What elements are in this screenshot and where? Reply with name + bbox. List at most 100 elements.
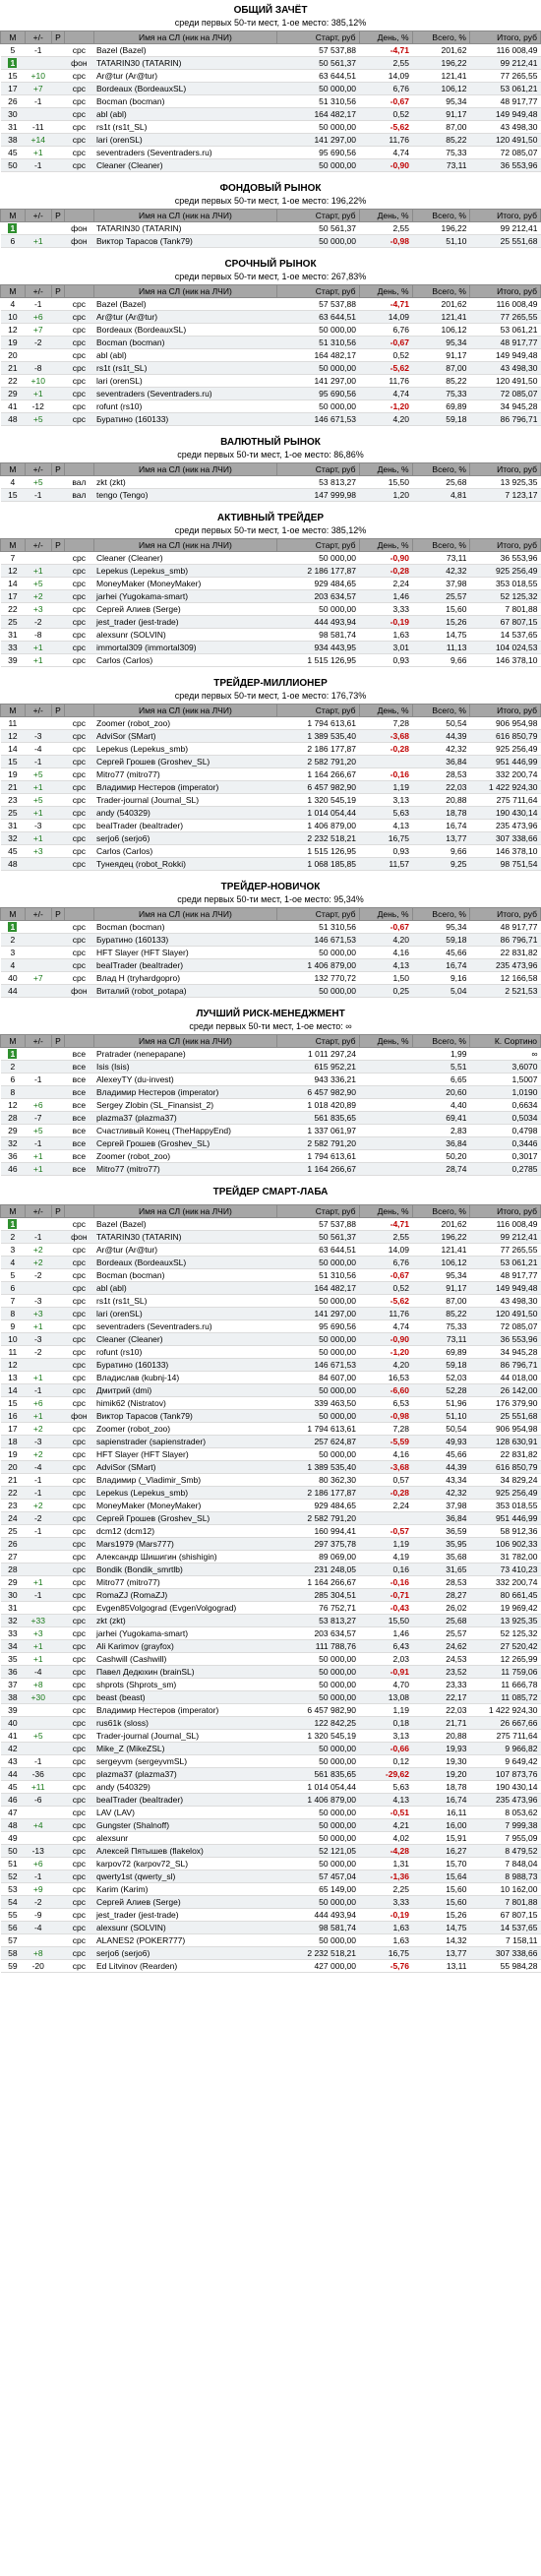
cell-name[interactable]: zkt (zkt) xyxy=(93,1614,277,1627)
cell-name[interactable]: Сергей Грошев (Groshev_SL) xyxy=(93,1136,277,1150)
cell-name[interactable]: Zoomer (robot_zoo) xyxy=(93,716,277,730)
cell-name[interactable]: MoneyMaker (MoneyMaker) xyxy=(93,577,277,590)
cell-name[interactable]: rs1t (rs1t_SL) xyxy=(93,361,277,375)
cell-name[interactable]: alexsunr (SOLVIN) xyxy=(93,628,277,642)
cell-name[interactable]: serjo6 (serjo6) xyxy=(93,831,277,845)
cell-name[interactable]: Bordeaux (BordeauxSL) xyxy=(93,82,277,95)
cell-name[interactable]: Павел Дедюхин (brainSL) xyxy=(93,1665,277,1679)
cell-name[interactable]: Bondik (Bondik_smrtlb) xyxy=(93,1563,277,1576)
cell-name[interactable]: Karim (Karim) xyxy=(93,1882,277,1896)
cell-name[interactable]: rs1t (rs1t_SL) xyxy=(93,1294,277,1308)
cell-name[interactable]: tengo (Tengo) xyxy=(93,488,277,502)
cell-name[interactable]: andy (540329) xyxy=(93,1780,277,1794)
cell-name[interactable]: Trader-journal (Journal_SL) xyxy=(93,793,277,807)
cell-name[interactable]: Буратино (160133) xyxy=(93,1358,277,1372)
cell-name[interactable]: TATARIN30 (TATARIN) xyxy=(93,56,277,70)
cell-name[interactable]: Bordeaux (BordeauxSL) xyxy=(93,323,277,337)
cell-name[interactable]: jarhei (Yugokama-smart) xyxy=(93,589,277,603)
cell-name[interactable]: Ar@tur (Ar@tur) xyxy=(93,310,277,324)
cell-name[interactable]: Zoomer (robot_zoo) xyxy=(93,1149,277,1163)
cell-name[interactable]: Тунеядец (robot_Rokki) xyxy=(93,857,277,871)
cell-name[interactable]: karpov72 (karpov72_SL) xyxy=(93,1857,277,1871)
cell-name[interactable]: Cashwill (Cashwill) xyxy=(93,1652,277,1666)
cell-name[interactable]: andy (540329) xyxy=(93,806,277,820)
cell-name[interactable]: Виталий (robot_potapa) xyxy=(93,984,277,998)
cell-name[interactable]: Evgen85Volgograd (EvgenVolgograd) xyxy=(93,1601,277,1615)
cell-name[interactable]: lari (orenSL) xyxy=(93,133,277,147)
cell-name[interactable]: seventraders (Seventraders.ru) xyxy=(93,146,277,159)
cell-name[interactable]: AlexeyTY (du-invest) xyxy=(93,1073,277,1086)
cell-name[interactable]: Владимир Нестеров (imperator) xyxy=(93,780,277,794)
cell-name[interactable]: Bocman (bocman) xyxy=(93,920,277,934)
cell-name[interactable]: plazma37 (plazma37) xyxy=(93,1111,277,1125)
cell-name[interactable]: Bocman (bocman) xyxy=(93,94,277,108)
cell-name[interactable]: jest_trader (jest-trade) xyxy=(93,615,277,629)
cell-name[interactable]: LAV (LAV) xyxy=(93,1806,277,1819)
cell-name[interactable]: beaITrader (beaItrader) xyxy=(93,958,277,972)
cell-name[interactable]: Mitro77 (mitro77) xyxy=(93,1575,277,1589)
cell-name[interactable]: Александр Шишигин (shishigin) xyxy=(93,1550,277,1564)
cell-name[interactable]: abl (abl) xyxy=(93,107,277,121)
cell-name[interactable]: Bazel (Bazel) xyxy=(93,43,277,57)
cell-name[interactable]: Счастливый Конец (TheHappyEnd) xyxy=(93,1124,277,1137)
cell-name[interactable]: Bocman (bocman) xyxy=(93,336,277,349)
cell-name[interactable]: Mitro77 (mitro77) xyxy=(93,1162,277,1176)
cell-name[interactable]: seventraders (Seventraders.ru) xyxy=(93,387,277,400)
cell-name[interactable]: beast (beast) xyxy=(93,1690,277,1704)
cell-name[interactable]: Trader-journal (Journal_SL) xyxy=(93,1729,277,1743)
cell-name[interactable]: sapienstrader (sapienstrader) xyxy=(93,1435,277,1448)
cell-name[interactable]: Виктор Тарасов (Tank79) xyxy=(93,234,277,248)
cell-name[interactable]: Carlos (Carlos) xyxy=(93,844,277,858)
cell-name[interactable]: shprots (Shprots_sm) xyxy=(93,1678,277,1691)
cell-name[interactable]: dcm12 (dcm12) xyxy=(93,1524,277,1538)
cell-name[interactable]: Gungster (Shalnoff) xyxy=(93,1818,277,1832)
cell-name[interactable]: Lepekus (Lepekus_smb) xyxy=(93,1486,277,1500)
cell-name[interactable]: abl (abl) xyxy=(93,348,277,362)
cell-name[interactable]: seventraders (Seventraders.ru) xyxy=(93,1319,277,1333)
cell-name[interactable]: Ed Litvinov (Rearden) xyxy=(93,1959,277,1973)
cell-name[interactable]: lari (orenSL) xyxy=(93,1307,277,1320)
cell-name[interactable]: Pratrader (nenepapane) xyxy=(93,1047,277,1061)
cell-name[interactable]: immortal309 (immortal309) xyxy=(93,641,277,654)
cell-name[interactable]: Bazel (Bazel) xyxy=(93,1217,277,1231)
cell-name[interactable]: Буратино (160133) xyxy=(93,933,277,947)
cell-name[interactable]: alexsunr (SOLVIN) xyxy=(93,1921,277,1934)
cell-name[interactable]: Ar@tur (Ar@tur) xyxy=(93,1243,277,1257)
cell-name[interactable]: AdviSor (SMart) xyxy=(93,1460,277,1474)
cell-name[interactable]: Lepekus (Lepekus_smb) xyxy=(93,742,277,756)
cell-name[interactable]: Ali Karimov (grayfox) xyxy=(93,1639,277,1653)
cell-name[interactable]: Владимир (_Vladimir_Smb) xyxy=(93,1473,277,1487)
cell-name[interactable]: sergeyvm (sergeyvmSL) xyxy=(93,1754,277,1768)
cell-name[interactable]: HFT Slayer (HFT Slayer) xyxy=(93,946,277,959)
cell-name[interactable]: Влад Н (tryhardgopro) xyxy=(93,971,277,985)
cell-name[interactable]: Владимир Нестеров (imperator) xyxy=(93,1703,277,1717)
cell-name[interactable]: Lepekus (Lepekus_smb) xyxy=(93,564,277,578)
cell-name[interactable]: TATARIN30 (TATARIN) xyxy=(93,1230,277,1244)
cell-name[interactable]: Cleaner (Cleaner) xyxy=(93,158,277,172)
cell-name[interactable]: Сергей Грошев (Groshev_SL) xyxy=(93,755,277,768)
cell-name[interactable]: TATARIN30 (TATARIN) xyxy=(93,221,277,235)
cell-name[interactable]: HFT Slayer (HFT Slayer) xyxy=(93,1447,277,1461)
cell-name[interactable]: beaITrader (beaItrader) xyxy=(93,819,277,832)
cell-name[interactable]: Виктор Тарасов (Tank79) xyxy=(93,1409,277,1423)
cell-name[interactable]: beaITrader (beaItrader) xyxy=(93,1793,277,1807)
cell-name[interactable]: Дмитрий (dmi) xyxy=(93,1383,277,1397)
cell-name[interactable]: Сергей Алиев (Serge) xyxy=(93,602,277,616)
cell-name[interactable]: rs1t (rs1t_SL) xyxy=(93,120,277,134)
cell-name[interactable]: himik62 (Nistratov) xyxy=(93,1396,277,1410)
cell-name[interactable]: Isis (Isis) xyxy=(93,1060,277,1073)
cell-name[interactable]: qwerty1st (qwerty_sl) xyxy=(93,1870,277,1883)
cell-name[interactable]: RomaZJ (RomaZJ) xyxy=(93,1588,277,1602)
cell-name[interactable]: Zoomer (robot_zoo) xyxy=(93,1422,277,1436)
cell-name[interactable]: Сергей Грошев (Groshev_SL) xyxy=(93,1511,277,1525)
cell-name[interactable]: Алексей Пятышев (flakelox) xyxy=(93,1844,277,1858)
cell-name[interactable]: MoneyMaker (MoneyMaker) xyxy=(93,1499,277,1512)
cell-name[interactable]: ALANES2 (POKER777) xyxy=(93,1933,277,1947)
cell-name[interactable]: Буратино (160133) xyxy=(93,412,277,426)
cell-name[interactable]: serjo6 (serjo6) xyxy=(93,1946,277,1960)
cell-name[interactable]: Carlos (Carlos) xyxy=(93,653,277,667)
cell-name[interactable]: rofunt (rs10) xyxy=(93,1345,277,1359)
cell-name[interactable]: alexsunr xyxy=(93,1831,277,1845)
cell-name[interactable]: Mike_Z (MikeZSL) xyxy=(93,1742,277,1755)
cell-name[interactable]: Владислав (kubnj-14) xyxy=(93,1371,277,1384)
